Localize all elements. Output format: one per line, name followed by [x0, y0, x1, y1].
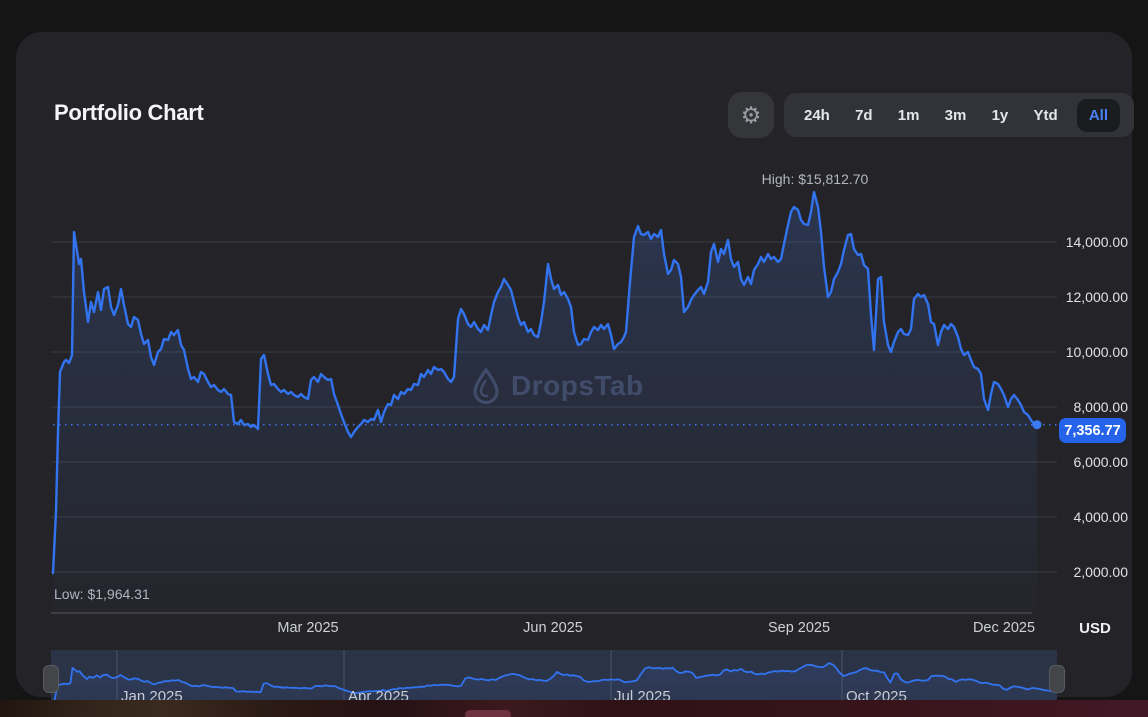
portfolio-line-chart[interactable]: [51, 187, 1057, 614]
y-tick-label: 8,000.00: [1073, 399, 1129, 415]
range-tab-24h[interactable]: 24h: [798, 99, 836, 132]
y-tick-label: 14,000.00: [1065, 234, 1128, 250]
range-tab-1m[interactable]: 1m: [892, 99, 926, 132]
page: Portfolio Chart ⚙ 24h 7d 1m 3m 1y Ytd All High…: [0, 0, 1148, 717]
range-tab-all[interactable]: All: [1076, 98, 1120, 132]
area-fill: [53, 192, 1037, 613]
x-axis-label: Jun 2025: [523, 620, 583, 636]
range-tab-ytd[interactable]: Ytd: [1027, 99, 1063, 132]
y-tick-label: 12,000.00: [1065, 289, 1128, 305]
background-pill: [465, 710, 511, 717]
time-range-tabbar: 24h 7d 1m 3m 1y Ytd All: [784, 93, 1134, 137]
y-tick-label: 2,000.00: [1073, 564, 1129, 580]
currency-unit-label: USD: [1079, 620, 1111, 637]
range-tab-7d[interactable]: 7d: [849, 99, 879, 132]
y-tick-label: 4,000.00: [1073, 509, 1129, 525]
background-content-strip: [0, 700, 1148, 717]
page-title: Portfolio Chart: [54, 100, 204, 125]
x-axis-label: Sep 2025: [767, 620, 831, 636]
x-axis-label: Dec 2025: [972, 620, 1036, 636]
range-handle-right[interactable]: [1049, 665, 1065, 693]
chart-settings-button[interactable]: ⚙: [728, 92, 774, 138]
portfolio-chart-card: Portfolio Chart ⚙ 24h 7d 1m 3m 1y Ytd All High…: [16, 32, 1134, 712]
range-handle-left[interactable]: [43, 665, 59, 693]
range-tab-1y[interactable]: 1y: [986, 99, 1015, 132]
current-value-badge: 7,356.77: [1059, 418, 1126, 443]
x-axis-label: Mar 2025: [277, 620, 339, 636]
y-tick-label: 10,000.00: [1065, 344, 1128, 360]
high-value-label: High: $15,812.70: [761, 171, 869, 187]
range-tab-3m[interactable]: 3m: [939, 99, 973, 132]
y-tick-label: 6,000.00: [1073, 454, 1129, 470]
last-point-marker: [1032, 420, 1042, 430]
gear-icon: ⚙: [740, 101, 762, 128]
